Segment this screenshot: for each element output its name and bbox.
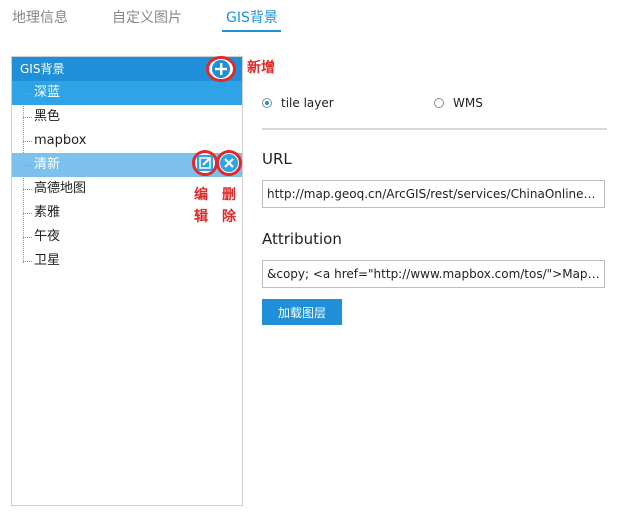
tree-branch <box>23 141 32 142</box>
add-button[interactable] <box>206 56 236 82</box>
tree-item-heise[interactable]: 黑色 <box>12 105 242 129</box>
tree-branch <box>23 189 32 190</box>
attribution-label: Attribution <box>262 230 342 248</box>
tree-branch <box>23 117 32 118</box>
attribution-input[interactable]: &copy; <a href="http://www.mapbox.com/to… <box>262 260 605 288</box>
tree-item-wuye[interactable]: 午夜 <box>12 225 242 249</box>
tree-item-shenlan[interactable]: 深蓝 <box>12 81 242 105</box>
tree-branch <box>23 261 32 262</box>
tree-branch <box>23 93 32 94</box>
tree-item-label: 深蓝 <box>34 85 61 100</box>
tree-item-label: 素雅 <box>34 205 61 220</box>
tree-item-label: 午夜 <box>34 229 61 244</box>
tree-branch <box>23 213 32 214</box>
edit-icon <box>197 155 213 171</box>
active-tab-indicator <box>222 30 281 32</box>
tab-geo-info[interactable]: 地理信息 <box>12 7 68 27</box>
add-annotation: 新增 <box>247 60 275 76</box>
tree-item-label: 清新 <box>34 157 61 172</box>
tab-custom-image[interactable]: 自定义图片 <box>112 7 182 27</box>
edit-annotation: 编辑 <box>194 187 208 225</box>
tree-branch <box>23 237 32 238</box>
radio-label: WMS <box>453 96 483 110</box>
edit-button[interactable] <box>192 150 218 176</box>
radio-wms[interactable]: WMS <box>434 96 483 110</box>
delete-annotation: 删除 <box>222 187 236 225</box>
close-icon <box>220 154 238 172</box>
tree-item-label: 卫星 <box>34 253 61 268</box>
radio-tile-layer[interactable]: tile layer <box>262 96 334 110</box>
tree-branch <box>23 165 32 166</box>
tree-item-label: 高德地图 <box>34 181 87 196</box>
divider <box>262 128 607 130</box>
gis-background-tree: GIS背景 深蓝 黑色 mapbox 清新 高德地图 素雅 午夜 卫星 <box>11 56 243 506</box>
radio-button[interactable] <box>434 98 444 108</box>
tab-bar: 地理信息 自定义图片 GIS背景 <box>0 0 617 36</box>
load-layer-button[interactable]: 加载图层 <box>262 299 342 325</box>
tab-gis-background[interactable]: GIS背景 <box>226 7 278 27</box>
tree-item-label: 黑色 <box>34 109 61 124</box>
url-label: URL <box>262 150 292 168</box>
url-input[interactable]: http://map.geoq.cn/ArcGIS/rest/services/… <box>262 180 605 208</box>
plus-icon <box>212 60 230 78</box>
radio-button-selected[interactable] <box>262 98 272 108</box>
radio-label: tile layer <box>281 96 334 110</box>
delete-button[interactable] <box>216 150 242 176</box>
tree-item-weixing[interactable]: 卫星 <box>12 249 242 273</box>
tree-item-label: mapbox <box>34 133 87 148</box>
